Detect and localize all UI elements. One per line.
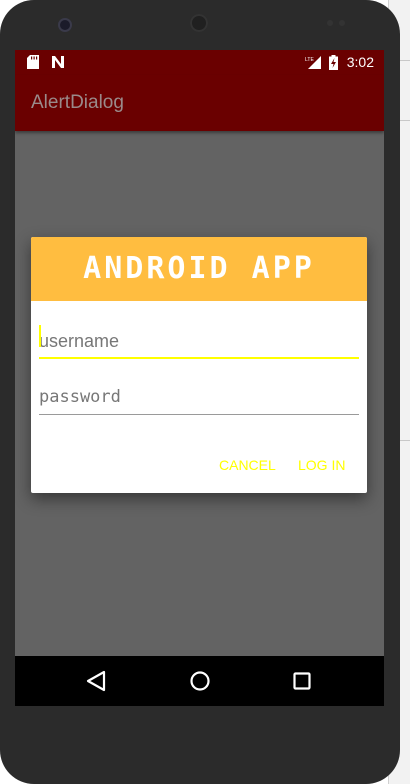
app-bar: AlertDialog [15,75,384,131]
username-field-container [39,325,359,359]
navigation-bar [15,656,384,706]
svg-text:LTE: LTE [305,57,314,63]
proximity-sensor [327,20,333,26]
cancel-button[interactable]: CANCEL [219,457,276,473]
back-button[interactable] [72,656,122,706]
lte-signal-icon: LTE [305,55,321,72]
login-dialog: ANDROID APP CANCEL LOG IN [31,237,367,493]
earpiece-speaker [190,14,208,32]
app-title: AlertDialog [31,92,124,113]
n-notification-icon [51,55,65,72]
username-input[interactable] [39,327,359,355]
front-camera [58,18,72,32]
username-underline [39,357,359,359]
login-button[interactable]: LOG IN [298,457,345,473]
phone-frame: LTE 3:02 AlertDialog ANDROID APP usernam… [0,0,400,784]
home-icon [190,671,210,691]
banner-title: ANDROID APP [83,251,315,286]
home-button[interactable] [175,656,225,706]
recents-button[interactable] [277,656,327,706]
battery-charging-icon [329,55,338,73]
device-screen: LTE 3:02 AlertDialog ANDROID APP usernam… [15,50,384,706]
status-time: 3:02 [346,54,374,70]
password-input[interactable] [39,383,359,411]
status-bar: LTE 3:02 [15,50,384,75]
recents-icon [293,672,311,690]
dialog-banner: ANDROID APP [31,237,367,301]
text-cursor [39,325,41,347]
sd-card-icon [27,55,39,72]
back-icon [86,670,106,692]
password-underline [39,414,359,415]
light-sensor [339,20,345,26]
password-field-container [39,383,359,415]
phone-top-bezel [0,0,400,50]
